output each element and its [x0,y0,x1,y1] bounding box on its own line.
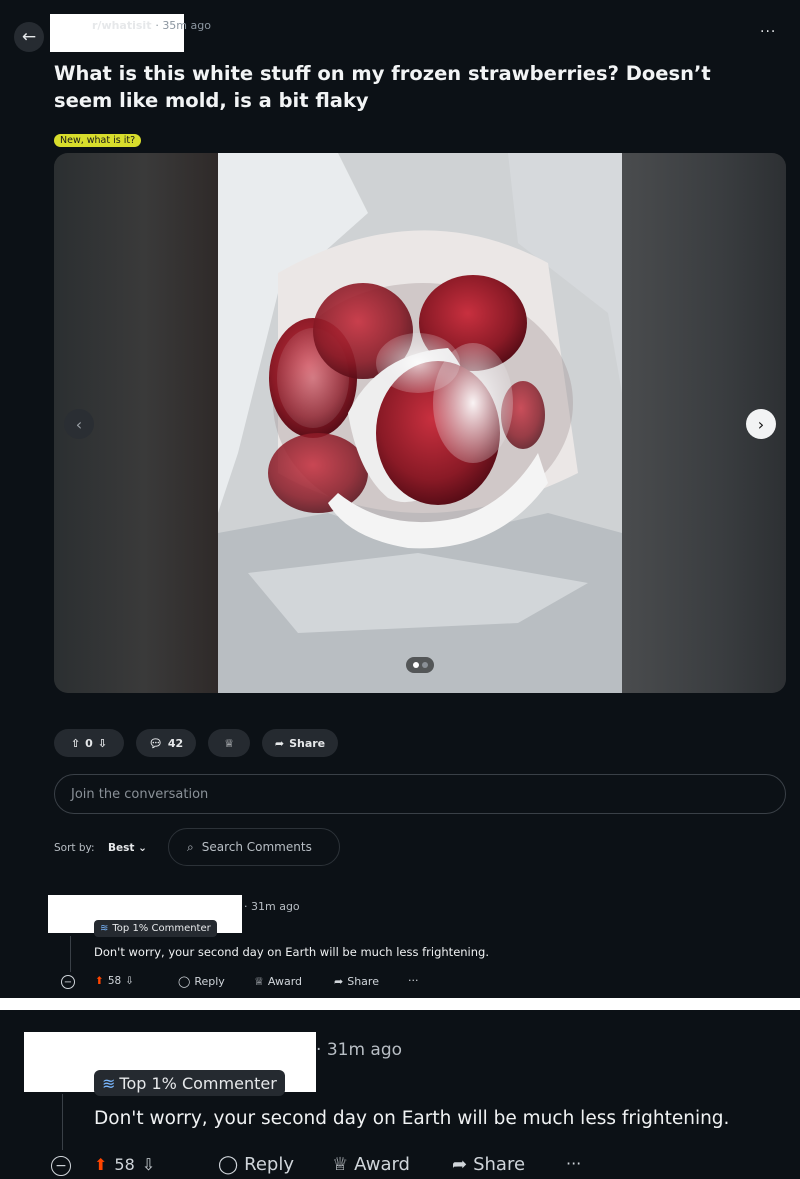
reply-icon: ◯ [178,975,191,988]
gallery-pagination [406,657,434,673]
vote-bar: ⇧ 0 ⇩ [54,729,124,757]
share-icon: ➦ [452,1154,468,1175]
search-placeholder: Search Comments [201,840,312,854]
share-comment-button[interactable]: ➦ Share [452,1154,525,1175]
reply-label: Reply [194,975,225,988]
comment-body: Don't worry, your second day on Earth wi… [94,1108,730,1129]
downvote-icon[interactable]: ⇩ [125,975,134,987]
zoomed-comment: · 31m ago ≋ Top 1% Commenter Don't worry… [0,1010,800,1179]
award-icon: ♕ [332,1154,349,1175]
back-button[interactable]: ← [14,22,44,52]
reply-icon: ◯ [218,1154,239,1175]
badge-label: Top 1% Commenter [119,1073,277,1093]
downvote-icon[interactable]: ⇩ [98,737,107,750]
share-comment-button[interactable]: ➦ Share [334,975,379,988]
chevron-right-icon: › [757,414,765,434]
sort-label: Sort by: [54,842,95,854]
badge-icon: ≋ [100,923,109,934]
chevron-left-icon: ‹ [75,414,83,434]
gallery-prev-button[interactable]: ‹ [64,409,94,439]
share-label: Share [473,1154,526,1175]
top-commenter-badge: ≋ Top 1% Commenter [94,920,217,937]
thread-line [70,936,71,972]
vote-count: 0 [85,736,93,750]
chevron-down-icon: ⌄ [138,842,147,854]
search-icon: ⌕ [187,839,194,854]
collapse-thread-icon[interactable]: − [61,975,75,989]
award-button[interactable]: ♕ [208,729,250,757]
comment-vote-count: 58 [107,975,122,987]
comments-button[interactable]: 💬︎ 42 [136,729,196,757]
sort-value: Best [108,842,135,854]
reply-button[interactable]: ◯ Reply [178,975,225,988]
pagination-dot [421,662,428,668]
comment-vote-count: 58 [114,1155,135,1174]
comment-more-icon[interactable]: ··· [408,974,419,987]
post-title: What is this white stuff on my frozen st… [54,62,711,112]
comment-count: 42 [167,736,184,750]
arrow-left-icon: ← [21,27,37,47]
join-conversation-input[interactable]: Join the conversation [54,774,786,814]
comment-age: · 31m ago [316,1040,403,1060]
comment-age: · 31m ago [244,900,300,913]
comment-icon: 💬︎ [148,736,163,750]
upvote-filled-icon[interactable]: ⬆ [94,1155,107,1174]
award-icon: ♕ [254,975,264,988]
upvote-icon[interactable]: ⇧ [71,737,80,750]
strawberries-photo [218,153,622,693]
share-icon: ➦ [274,736,285,750]
more-options-icon[interactable]: ··· [760,24,776,40]
post-screenshot: ← r/whatisit · 35m ago ··· What is this … [0,0,800,998]
award-comment-button[interactable]: ♕ Award [254,975,302,988]
top-commenter-badge: ≋ Top 1% Commenter [94,1070,285,1096]
comment-more-icon[interactable]: ··· [566,1154,581,1173]
subreddit-link[interactable]: r/whatisit [92,19,151,32]
comment-votes: ⬆ 58 ⇩ [95,975,134,987]
pagination-dot-active [412,662,419,668]
badge-icon: ≋ [102,1073,116,1093]
collapse-thread-icon[interactable]: − [51,1156,71,1176]
sort-dropdown[interactable]: Best ⌄ [108,842,147,854]
award-icon: ♕ [224,736,234,750]
thread-line [62,1094,63,1150]
downvote-icon[interactable]: ⇩ [142,1155,155,1174]
share-icon: ➦ [334,975,344,988]
comment-body: Don't worry, your second day on Earth wi… [94,945,489,959]
search-comments-input[interactable]: ⌕ Search Comments [168,828,340,866]
post-age: · 35m ago [155,19,211,32]
image-gallery[interactable]: ‹ › [54,153,786,693]
gallery-next-button[interactable]: › [746,409,776,439]
badge-label: Top 1% Commenter [112,923,211,934]
share-label: Share [347,975,379,988]
award-label: Award [354,1154,410,1175]
share-label: Share [289,736,326,750]
post-meta: r/whatisit · 35m ago [92,19,211,32]
reply-button[interactable]: ◯ Reply [218,1154,294,1175]
post-flair[interactable]: New, what is it? [54,134,142,147]
award-label: Award [267,975,303,988]
share-button[interactable]: ➦ Share [262,729,338,757]
award-comment-button[interactable]: ♕ Award [332,1154,410,1175]
reply-label: Reply [244,1154,295,1175]
upvote-filled-icon[interactable]: ⬆ [95,975,104,987]
comment-votes: ⬆ 58 ⇩ [94,1155,155,1174]
